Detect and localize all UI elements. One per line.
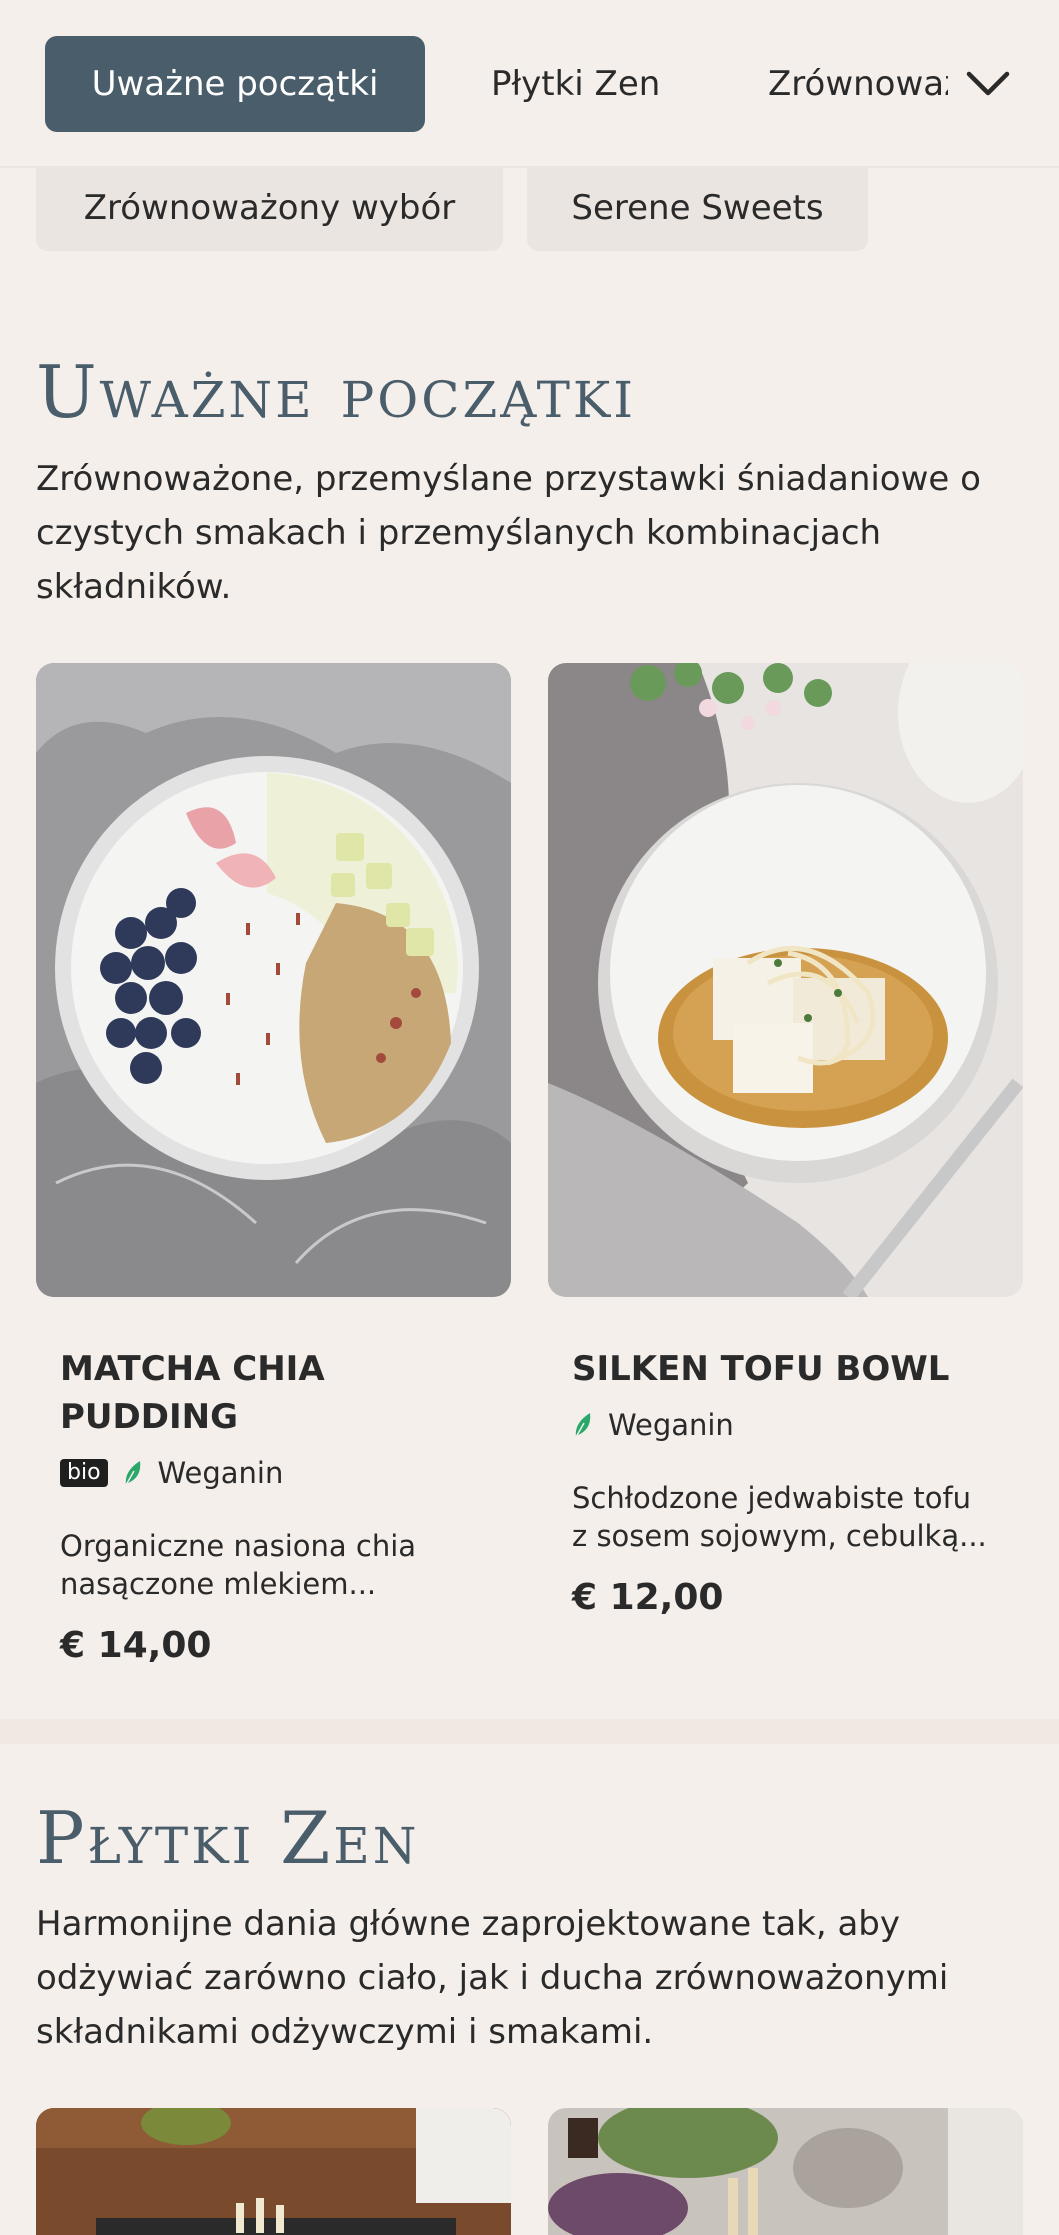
- section-divider: [0, 1719, 1059, 1744]
- chip-label: Zrównoważony wybór: [83, 188, 456, 228]
- tab-label: Płytki Zen: [491, 64, 661, 104]
- dish-tags: Weganin: [572, 1408, 734, 1442]
- chip-zrownowazony-wybor[interactable]: Zrównoważony wybór: [36, 165, 503, 251]
- chevron-down-icon[interactable]: [960, 58, 1016, 110]
- dish-image-matcha-chia-pudding[interactable]: [36, 663, 511, 1297]
- chip-label: Serene Sweets: [571, 188, 824, 228]
- dish-name[interactable]: Matcha Chia Pudding: [60, 1345, 460, 1441]
- diet-label: Weganin: [608, 1408, 734, 1442]
- tab-label: Zrównoważony wybór: [768, 64, 948, 104]
- dish-tags: bio Weganin: [60, 1456, 283, 1490]
- dish-price: € 12,00: [572, 1577, 724, 1618]
- section-description: Zrównoważone, przemyślane przystawki śni…: [36, 459, 981, 607]
- dish-image-silken-tofu-bowl[interactable]: [548, 663, 1023, 1297]
- dish-price: € 14,00: [60, 1625, 212, 1666]
- section-title: Uważne początki: [36, 350, 637, 434]
- dish-description: Organiczne nasiona chia nasączone mlekie…: [60, 1529, 417, 1601]
- dish-name[interactable]: Silken Tofu Bowl: [572, 1345, 992, 1393]
- leaf-icon: [575, 1413, 591, 1438]
- section-description: Harmonijne dania główne zaprojektowane t…: [36, 1904, 949, 2052]
- tab-label: Uważne początki: [91, 64, 379, 104]
- diet-label: Weganin: [157, 1456, 284, 1490]
- tab-zrownowazony-wybor[interactable]: Zrównoważony wybór: [768, 36, 948, 132]
- tab-uwazne-poczatki[interactable]: Uważne początki: [45, 36, 425, 132]
- chip-serene-sweets[interactable]: Serene Sweets: [527, 165, 868, 251]
- dish-image[interactable]: [36, 2108, 511, 2235]
- section-title: Płytki Zen: [36, 1796, 420, 1880]
- dish-description: Schłodzone jedwabiste tofu z sosem sojow…: [572, 1481, 987, 1553]
- dish-image[interactable]: [548, 2108, 1023, 2235]
- tab-plytki-zen[interactable]: Płytki Zen: [491, 36, 660, 132]
- category-tab-bar: Uważne początki Płytki Zen Zrównoważony …: [0, 0, 1059, 168]
- leaf-icon: [124, 1461, 140, 1486]
- bio-badge: bio: [60, 1459, 108, 1487]
